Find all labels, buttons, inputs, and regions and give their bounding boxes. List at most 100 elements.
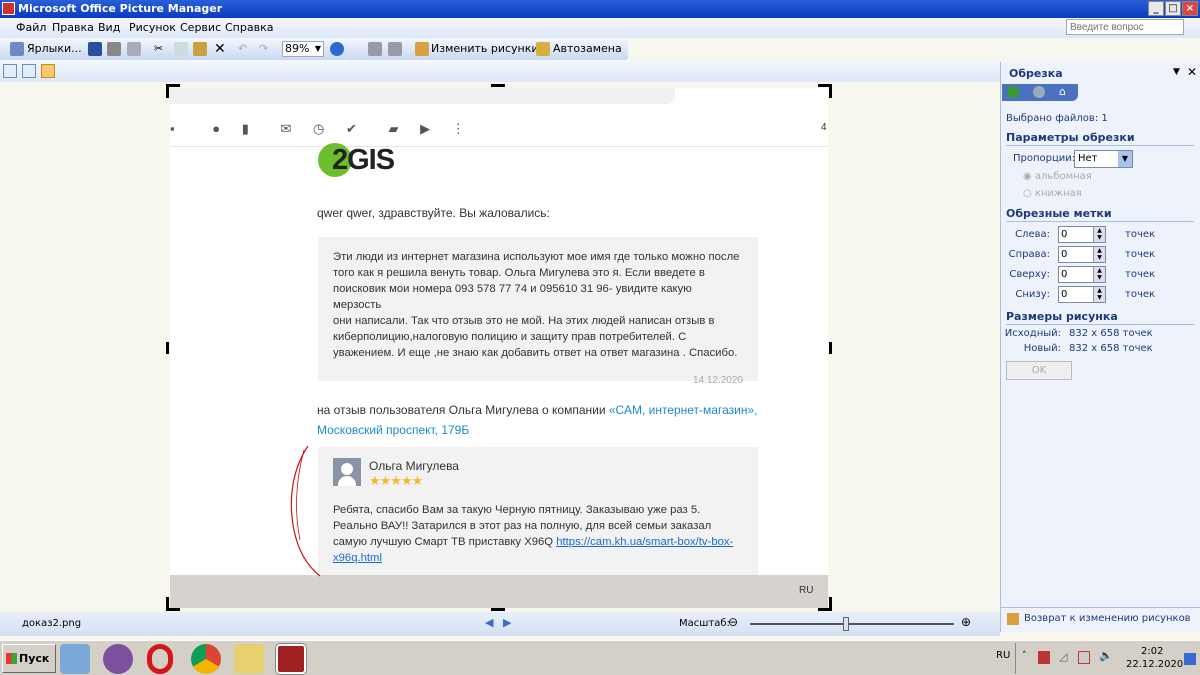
address-link[interactable]: Московский проспект, 179Б: [317, 423, 469, 437]
show-desktop-icon[interactable]: [1184, 653, 1196, 665]
next-icon[interactable]: ▶: [503, 616, 511, 629]
review-line: Ребята, спасибо Вам за такую Черную пятн…: [333, 504, 701, 516]
viber-icon[interactable]: [103, 644, 133, 674]
mark-label: Слева:: [1015, 229, 1050, 240]
disconnected-icon[interactable]: [1078, 651, 1090, 664]
mark-input[interactable]: 0 ▲ ▼: [1058, 266, 1106, 283]
move-icon: ▰: [388, 121, 399, 136]
rotate-right-icon[interactable]: [388, 42, 402, 56]
autocorrect-button[interactable]: Автозамена: [553, 41, 622, 57]
undo-icon[interactable]: ↶: [238, 41, 247, 57]
complaint-line: киберполицию,налоговую полицию и защиту …: [333, 331, 687, 343]
minimize-button[interactable]: _: [1148, 1, 1164, 16]
chevron-down-icon: ▼: [314, 44, 321, 53]
help-icon[interactable]: [330, 42, 344, 56]
delete-icon[interactable]: ✕: [214, 41, 226, 57]
panel-menu-icon[interactable]: ▼: [1173, 67, 1180, 77]
proportions-select[interactable]: Нет ▼: [1074, 150, 1133, 168]
back-to-edit-link[interactable]: Возврат к изменению рисунков: [1024, 613, 1191, 624]
start-button[interactable]: Пуск: [2, 644, 56, 673]
back-icon[interactable]: [1007, 86, 1019, 98]
maximize-button[interactable]: □: [1165, 1, 1181, 16]
previous-icon[interactable]: ◀: [485, 616, 493, 629]
home-icon[interactable]: ⌂: [1059, 85, 1066, 98]
menu-file[interactable]: Файл: [16, 21, 46, 34]
zoom-slider-thumb[interactable]: [843, 617, 849, 631]
new-size-value: 832 x 658 точек: [1069, 343, 1153, 354]
selected-files: Выбрано файлов: 1: [1006, 113, 1108, 124]
spinner-icon[interactable]: ▲ ▼: [1093, 267, 1105, 282]
complaint-line: уважением. И еще ,не знаю как добавить о…: [333, 347, 738, 359]
copy-icon[interactable]: [174, 42, 188, 56]
review-link[interactable]: https://cam.kh.ua/smart-box/tv-box-: [556, 536, 733, 548]
review-line: Реально ВАУ!! Затарился в этот раз на по…: [333, 520, 712, 532]
unit-label: точек: [1125, 289, 1156, 300]
edit-pictures-button[interactable]: Изменить рисунки...: [431, 41, 549, 57]
explorer-icon[interactable]: [234, 644, 264, 674]
new-size-label: Новый:: [1023, 343, 1061, 354]
zoom-out-icon[interactable]: ⊖: [728, 615, 738, 629]
language-indicator[interactable]: RU: [996, 650, 1010, 661]
mark-input[interactable]: 0 ▲ ▼: [1058, 226, 1106, 243]
paste-icon[interactable]: [193, 42, 207, 56]
windows-logo-icon: [6, 653, 17, 664]
panel-nav: ⌂: [1002, 84, 1078, 101]
mark-value: 0: [1061, 229, 1068, 240]
cut-icon[interactable]: ✂: [154, 41, 163, 57]
mark-value: 0: [1061, 269, 1068, 280]
filmstrip-view-icon[interactable]: [22, 64, 36, 78]
ref-text: на отзыв пользователя Ольга Мигулева о к…: [317, 403, 609, 417]
zoom-in-icon[interactable]: ⊕: [961, 615, 971, 629]
opera-icon[interactable]: [147, 644, 173, 674]
menu-view[interactable]: Вид: [98, 21, 120, 34]
rotate-left-icon[interactable]: [368, 42, 382, 56]
menu-picture[interactable]: Рисунок: [129, 21, 176, 34]
spinner-icon[interactable]: ▲ ▼: [1093, 247, 1105, 262]
page-count: 4: [821, 122, 827, 133]
autocorrect-icon: [536, 42, 550, 56]
spinner-icon[interactable]: ▲ ▼: [1093, 287, 1105, 302]
portrait-radio[interactable]: ○ книжная: [1023, 188, 1082, 199]
proportions-value: Нет: [1078, 153, 1098, 164]
review-link-cont[interactable]: x96q.html: [333, 552, 382, 564]
picture-preview: ▪ ● ▮ ✉ ◷ ✔ ▰ ▶ ⋮ 4 2GIS qwer qwer, здра…: [170, 88, 828, 608]
mark-read-icon: ✉: [280, 121, 292, 136]
ok-button[interactable]: OK: [1006, 361, 1072, 380]
zoom-select[interactable]: 89% ▼: [282, 41, 324, 57]
close-button[interactable]: ×: [1182, 1, 1198, 16]
redo-icon[interactable]: ↷: [259, 41, 268, 57]
menu-tools[interactable]: Сервис: [180, 21, 221, 34]
print-icon[interactable]: [107, 42, 121, 56]
mark-input[interactable]: 0 ▲ ▼: [1058, 286, 1106, 303]
antivirus-icon[interactable]: [1038, 651, 1050, 664]
media-player-icon[interactable]: [60, 644, 90, 674]
clock-time: 2:02: [1141, 646, 1164, 657]
landscape-radio[interactable]: ◉ альбомная: [1023, 171, 1092, 182]
complaint-box: Эти люди из интернет магазина используют…: [318, 237, 758, 386]
mark-input[interactable]: 0 ▲ ▼: [1058, 246, 1106, 263]
picture-manager-task[interactable]: [275, 643, 307, 675]
chrome-icon[interactable]: [191, 644, 221, 674]
chevron-up-icon[interactable]: ˄: [1022, 651, 1027, 661]
spinner-icon[interactable]: ▲ ▼: [1093, 227, 1105, 242]
menu-help[interactable]: Справка: [225, 21, 273, 34]
volume-icon[interactable]: 🔈: [1099, 649, 1113, 662]
panel-close-icon[interactable]: ✕: [1187, 65, 1197, 79]
save-icon[interactable]: [88, 42, 102, 56]
chevron-down-icon: ▼: [1118, 151, 1132, 167]
complaint-line: того как я решила венуть товар. Ольга Ми…: [333, 267, 705, 279]
company-link[interactable]: «САМ, интернет-магазин»,: [609, 403, 758, 417]
thumbnail-view-icon[interactable]: [3, 64, 17, 78]
forward-icon[interactable]: [1033, 86, 1045, 98]
shortcuts-button[interactable]: Ярлыки...: [27, 41, 82, 57]
zoom-slider[interactable]: [750, 623, 954, 625]
proportions-label: Пропорции:: [1013, 153, 1076, 164]
single-view-icon[interactable]: [41, 64, 55, 78]
review-author: Ольга Мигулева: [369, 459, 459, 473]
mail-icon[interactable]: [127, 42, 141, 56]
network-icon[interactable]: ◿: [1059, 650, 1067, 663]
ask-question-input[interactable]: [1066, 19, 1184, 35]
menu-edit[interactable]: Правка: [52, 21, 94, 34]
unit-label: точек: [1125, 269, 1156, 280]
more-icon: ⋮: [451, 121, 465, 136]
